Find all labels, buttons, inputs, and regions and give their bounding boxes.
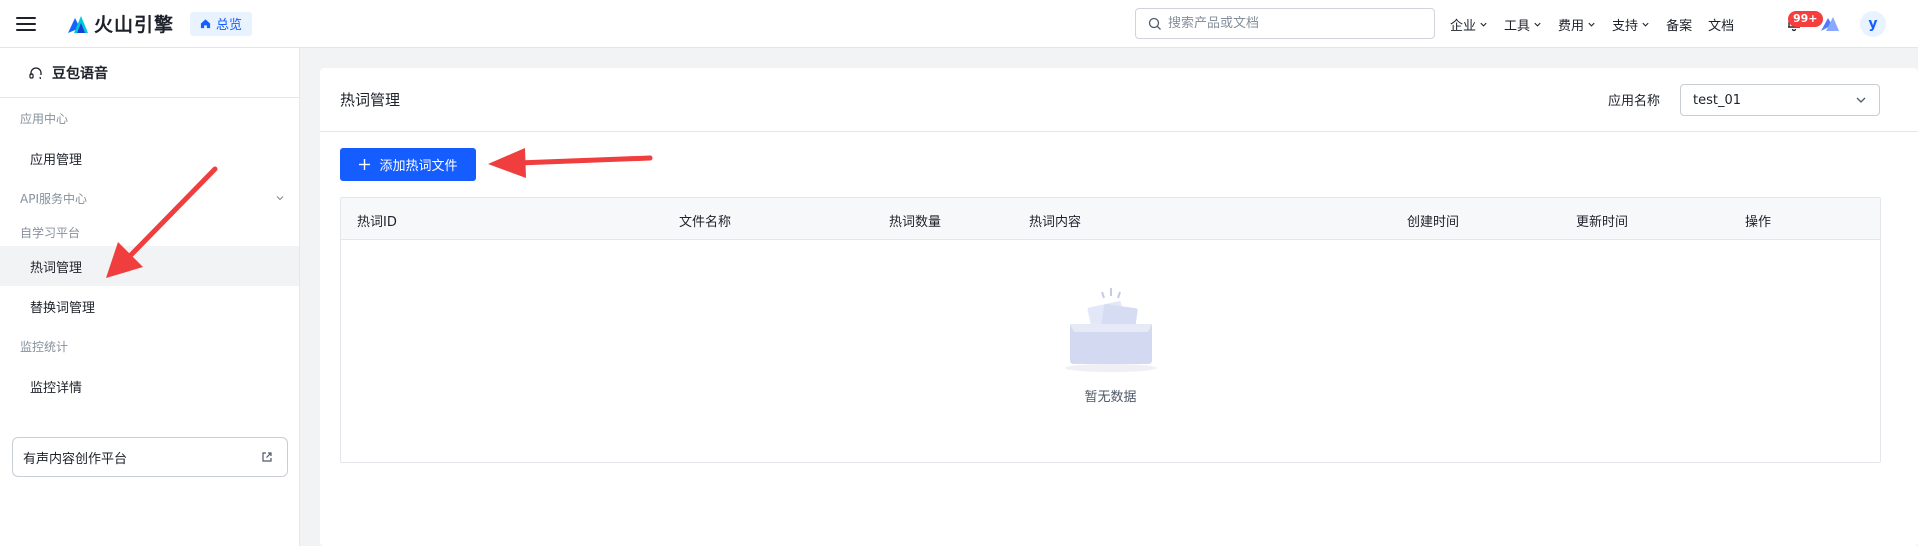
overview-label: 总览 [216,18,243,33]
empty-box-icon [1064,288,1157,372]
nav-docs-label: 文档 [1708,18,1735,34]
main-card: 热词管理 应用名称 test_01 添加热词文件 热词ID 文件名称 热词数量 … [320,68,1918,546]
search-icon [1148,17,1161,30]
chevron-down-icon [1642,22,1649,27]
column-header-hotword-content[interactable]: 热词内容 [1029,211,1081,230]
column-header-actions[interactable]: 操作 [1745,211,1771,230]
global-search[interactable] [1135,8,1435,39]
card-header: 热词管理 [320,68,1918,132]
external-link-icon [262,452,272,462]
sidebar-item-hotword-manage[interactable]: 热词管理 [0,246,299,286]
chevron-down-icon [276,196,284,201]
column-header-hotword-count[interactable]: 热词数量 [889,211,941,230]
sidebar-item-replace-manage-label: 替换词管理 [30,300,96,316]
sidebar-product-title: 豆包语音 [52,65,108,82]
nav-billing-label: 费用 [1558,18,1585,34]
brand-name: 火山引擎 [94,14,175,36]
table-header: 热词ID 文件名称 热词数量 热词内容 创建时间 更新时间 操作 [341,198,1880,240]
brand-logo[interactable]: 火山引擎 [66,10,174,37]
nav-docs[interactable]: 文档 [1708,15,1734,34]
home-icon [200,19,211,29]
overview-button[interactable]: 总览 [190,11,253,36]
sidebar: 豆包语音 应用中心 应用管理 API服务中心 自学习平台 热词管理 替换词管理 … [0,48,300,546]
sidebar-group-self-learning-label: 自学习平台 [20,225,81,240]
chevron-down-icon [1856,97,1866,103]
column-header-file-name[interactable]: 文件名称 [679,211,731,230]
external-platform-label: 有声内容创作平台 [23,451,128,467]
headset-icon [29,66,42,79]
sidebar-group-monitor: 监控统计 [0,326,299,366]
sidebar-item-app-manage-label: 应用管理 [30,152,83,168]
nav-enterprise[interactable]: 企业 [1450,15,1488,34]
external-platform-link[interactable]: 有声内容创作平台 [12,437,288,477]
avatar[interactable]: y [1860,11,1886,37]
chevron-down-icon [1534,22,1541,27]
column-header-hotword-id[interactable]: 热词ID [357,211,397,230]
empty-state: 暂无数据 [341,240,1880,462]
sidebar-group-api-center-label: API服务中心 [20,191,87,206]
sidebar-product-header: 豆包语音 [0,48,299,98]
sidebar-item-hotword-manage-label: 热词管理 [30,260,83,276]
app-name-label: 应用名称 [1608,94,1661,109]
nav-tools-label: 工具 [1504,18,1531,34]
nav-support-label: 支持 [1612,18,1639,34]
app-name-select[interactable]: test_01 [1680,84,1880,116]
hotword-table: 热词ID 文件名称 热词数量 热词内容 创建时间 更新时间 操作 暂无数据 [340,197,1881,463]
sidebar-item-monitor-detail-label: 监控详情 [30,380,83,396]
add-hotword-file-button[interactable]: 添加热词文件 [340,148,476,181]
mountain-icon[interactable] [1820,14,1840,32]
sidebar-item-monitor-detail[interactable]: 监控详情 [0,366,299,406]
nav-tools[interactable]: 工具 [1504,15,1542,34]
add-hotword-file-label: 添加热词文件 [379,159,458,174]
search-input[interactable] [1168,16,1408,31]
volcano-logo-icon [68,15,88,33]
chevron-down-icon [1480,22,1487,27]
nav-filing[interactable]: 备案 [1666,15,1692,34]
sidebar-group-app-center: 应用中心 [0,98,299,138]
app-name-value: test_01 [1693,92,1742,108]
page-title: 热词管理 [340,91,401,109]
sidebar-item-replace-manage[interactable]: 替换词管理 [0,286,299,326]
empty-state-text: 暂无数据 [1084,390,1137,405]
sidebar-group-api-center[interactable]: API服务中心 [0,178,299,218]
column-header-updated-time[interactable]: 更新时间 [1576,211,1628,230]
nav-filing-label: 备案 [1666,18,1693,34]
nav-support[interactable]: 支持 [1612,15,1650,34]
notification-badge: 99+ [1788,11,1823,27]
sidebar-group-app-center-label: 应用中心 [20,111,69,126]
chevron-down-icon [1588,22,1595,27]
nav-billing[interactable]: 费用 [1558,15,1596,34]
top-bar: 火山引擎 总览 企业 工具 费用 支持 备案 文档 99+ y [0,0,1918,48]
sidebar-group-self-learning: 自学习平台 [0,218,299,246]
column-header-created-time[interactable]: 创建时间 [1407,211,1459,230]
menu-icon[interactable] [16,16,36,31]
sidebar-group-monitor-label: 监控统计 [20,339,69,354]
nav-enterprise-label: 企业 [1450,18,1477,34]
plus-icon [359,159,371,170]
sidebar-item-app-manage[interactable]: 应用管理 [0,138,299,178]
top-nav: 企业 工具 费用 支持 备案 文档 [1450,0,1750,48]
